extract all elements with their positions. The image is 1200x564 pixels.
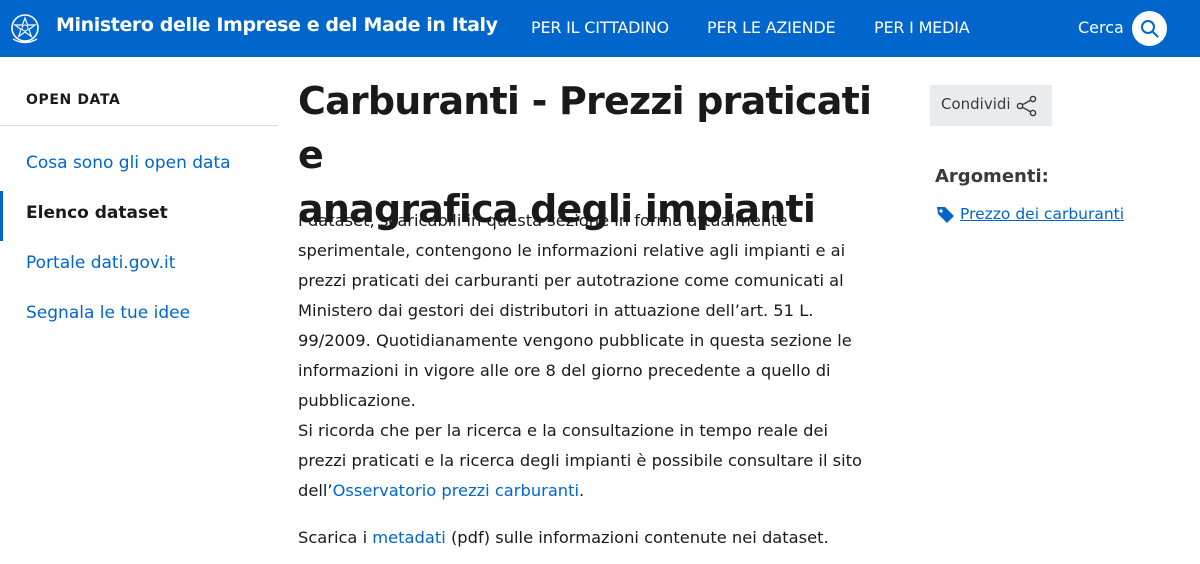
share-label: Condividi [941, 95, 1011, 113]
sidebar-item-label[interactable]: Segnala le tue idee [26, 303, 190, 323]
sidebar-item-portale-dati-gov-it[interactable]: Portale dati.gov.it [0, 241, 278, 291]
sidebar-divider [0, 125, 278, 126]
site-title[interactable]: Ministero delle Imprese e del Made in It… [56, 14, 498, 36]
intro-end: . [579, 481, 585, 500]
topics-title: Argomenti: [935, 166, 1049, 187]
sidebar-item-label[interactable]: Portale dati.gov.it [26, 253, 175, 273]
nav-per-le-aziende[interactable]: PER LE AZIENDE [707, 18, 836, 37]
republic-emblem-icon[interactable] [9, 11, 41, 45]
osservatorio-link[interactable]: Osservatorio prezzi carburanti [333, 481, 579, 500]
sidebar-item-cosa-sono-gli-open-data[interactable]: Cosa sono gli open data [0, 141, 278, 191]
metadata-after: (pdf) sulle informazioni contenute nei d… [445, 528, 829, 547]
page-title-line1: Carburanti - Prezzi praticati e [298, 79, 872, 177]
sidebar-item-label[interactable]: Cosa sono gli open data [26, 153, 231, 173]
share-button[interactable]: Condividi [930, 85, 1052, 126]
metadata-before: Scarica i [298, 528, 373, 547]
metadata-link[interactable]: metadati [372, 528, 445, 547]
sidebar-heading: OPEN DATA [26, 92, 121, 108]
share-icon [1016, 95, 1037, 117]
site-header: Ministero delle Imprese e del Made in It… [0, 0, 1200, 57]
metadata-paragraph: Scarica i metadati (pdf) sulle informazi… [298, 523, 873, 553]
nav-per-il-cittadino[interactable]: PER IL CITTADINO [531, 18, 669, 37]
search-label[interactable]: Cerca [1078, 18, 1124, 37]
search-icon [1141, 20, 1159, 38]
intro-text: I dataset, scaricabili in questa sezione… [298, 211, 852, 410]
sidebar-item-label[interactable]: Elenco dataset [26, 203, 168, 223]
nav-per-i-media[interactable]: PER I MEDIA [874, 18, 970, 37]
sidebar-item-elenco-dataset[interactable]: Elenco dataset [0, 191, 278, 241]
search-button[interactable] [1132, 11, 1167, 46]
topic-link-label[interactable]: Prezzo dei carburanti [960, 205, 1124, 223]
sidebar-item-segnala-le-tue-idee[interactable]: Segnala le tue idee [0, 291, 278, 341]
tag-icon [937, 207, 954, 223]
intro-paragraph: I dataset, scaricabili in questa sezione… [298, 206, 873, 506]
